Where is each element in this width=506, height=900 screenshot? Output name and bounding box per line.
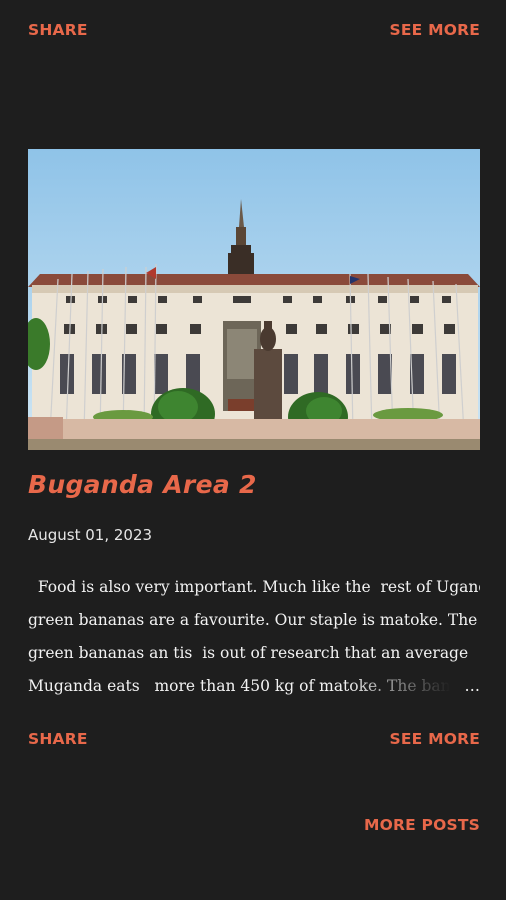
post-snippet: Food is also very important. Much like t… xyxy=(28,571,480,703)
snippet-line: green bananas are a favourite. Our stapl… xyxy=(28,611,478,629)
more-posts-button[interactable]: MORE POSTS xyxy=(364,816,480,834)
snippet-line: green bananas an tis is out of research … xyxy=(28,644,469,662)
post-title[interactable]: Buganda Area 2 xyxy=(28,470,257,499)
post-date: August 01, 2023 xyxy=(28,526,153,544)
see-more-button-top[interactable]: SEE MORE xyxy=(390,21,480,39)
snippet-ellipsis: … xyxy=(464,677,481,695)
share-button-top[interactable]: SHARE xyxy=(28,21,88,39)
snippet-line: Muganda eats more than 450 kg of matoke.… xyxy=(28,677,468,695)
share-button[interactable]: SHARE xyxy=(28,730,88,748)
see-more-button[interactable]: SEE MORE xyxy=(390,730,480,748)
post-featured-image[interactable] xyxy=(28,149,480,450)
snippet-line: Food is also very important. Much like t… xyxy=(28,578,480,596)
